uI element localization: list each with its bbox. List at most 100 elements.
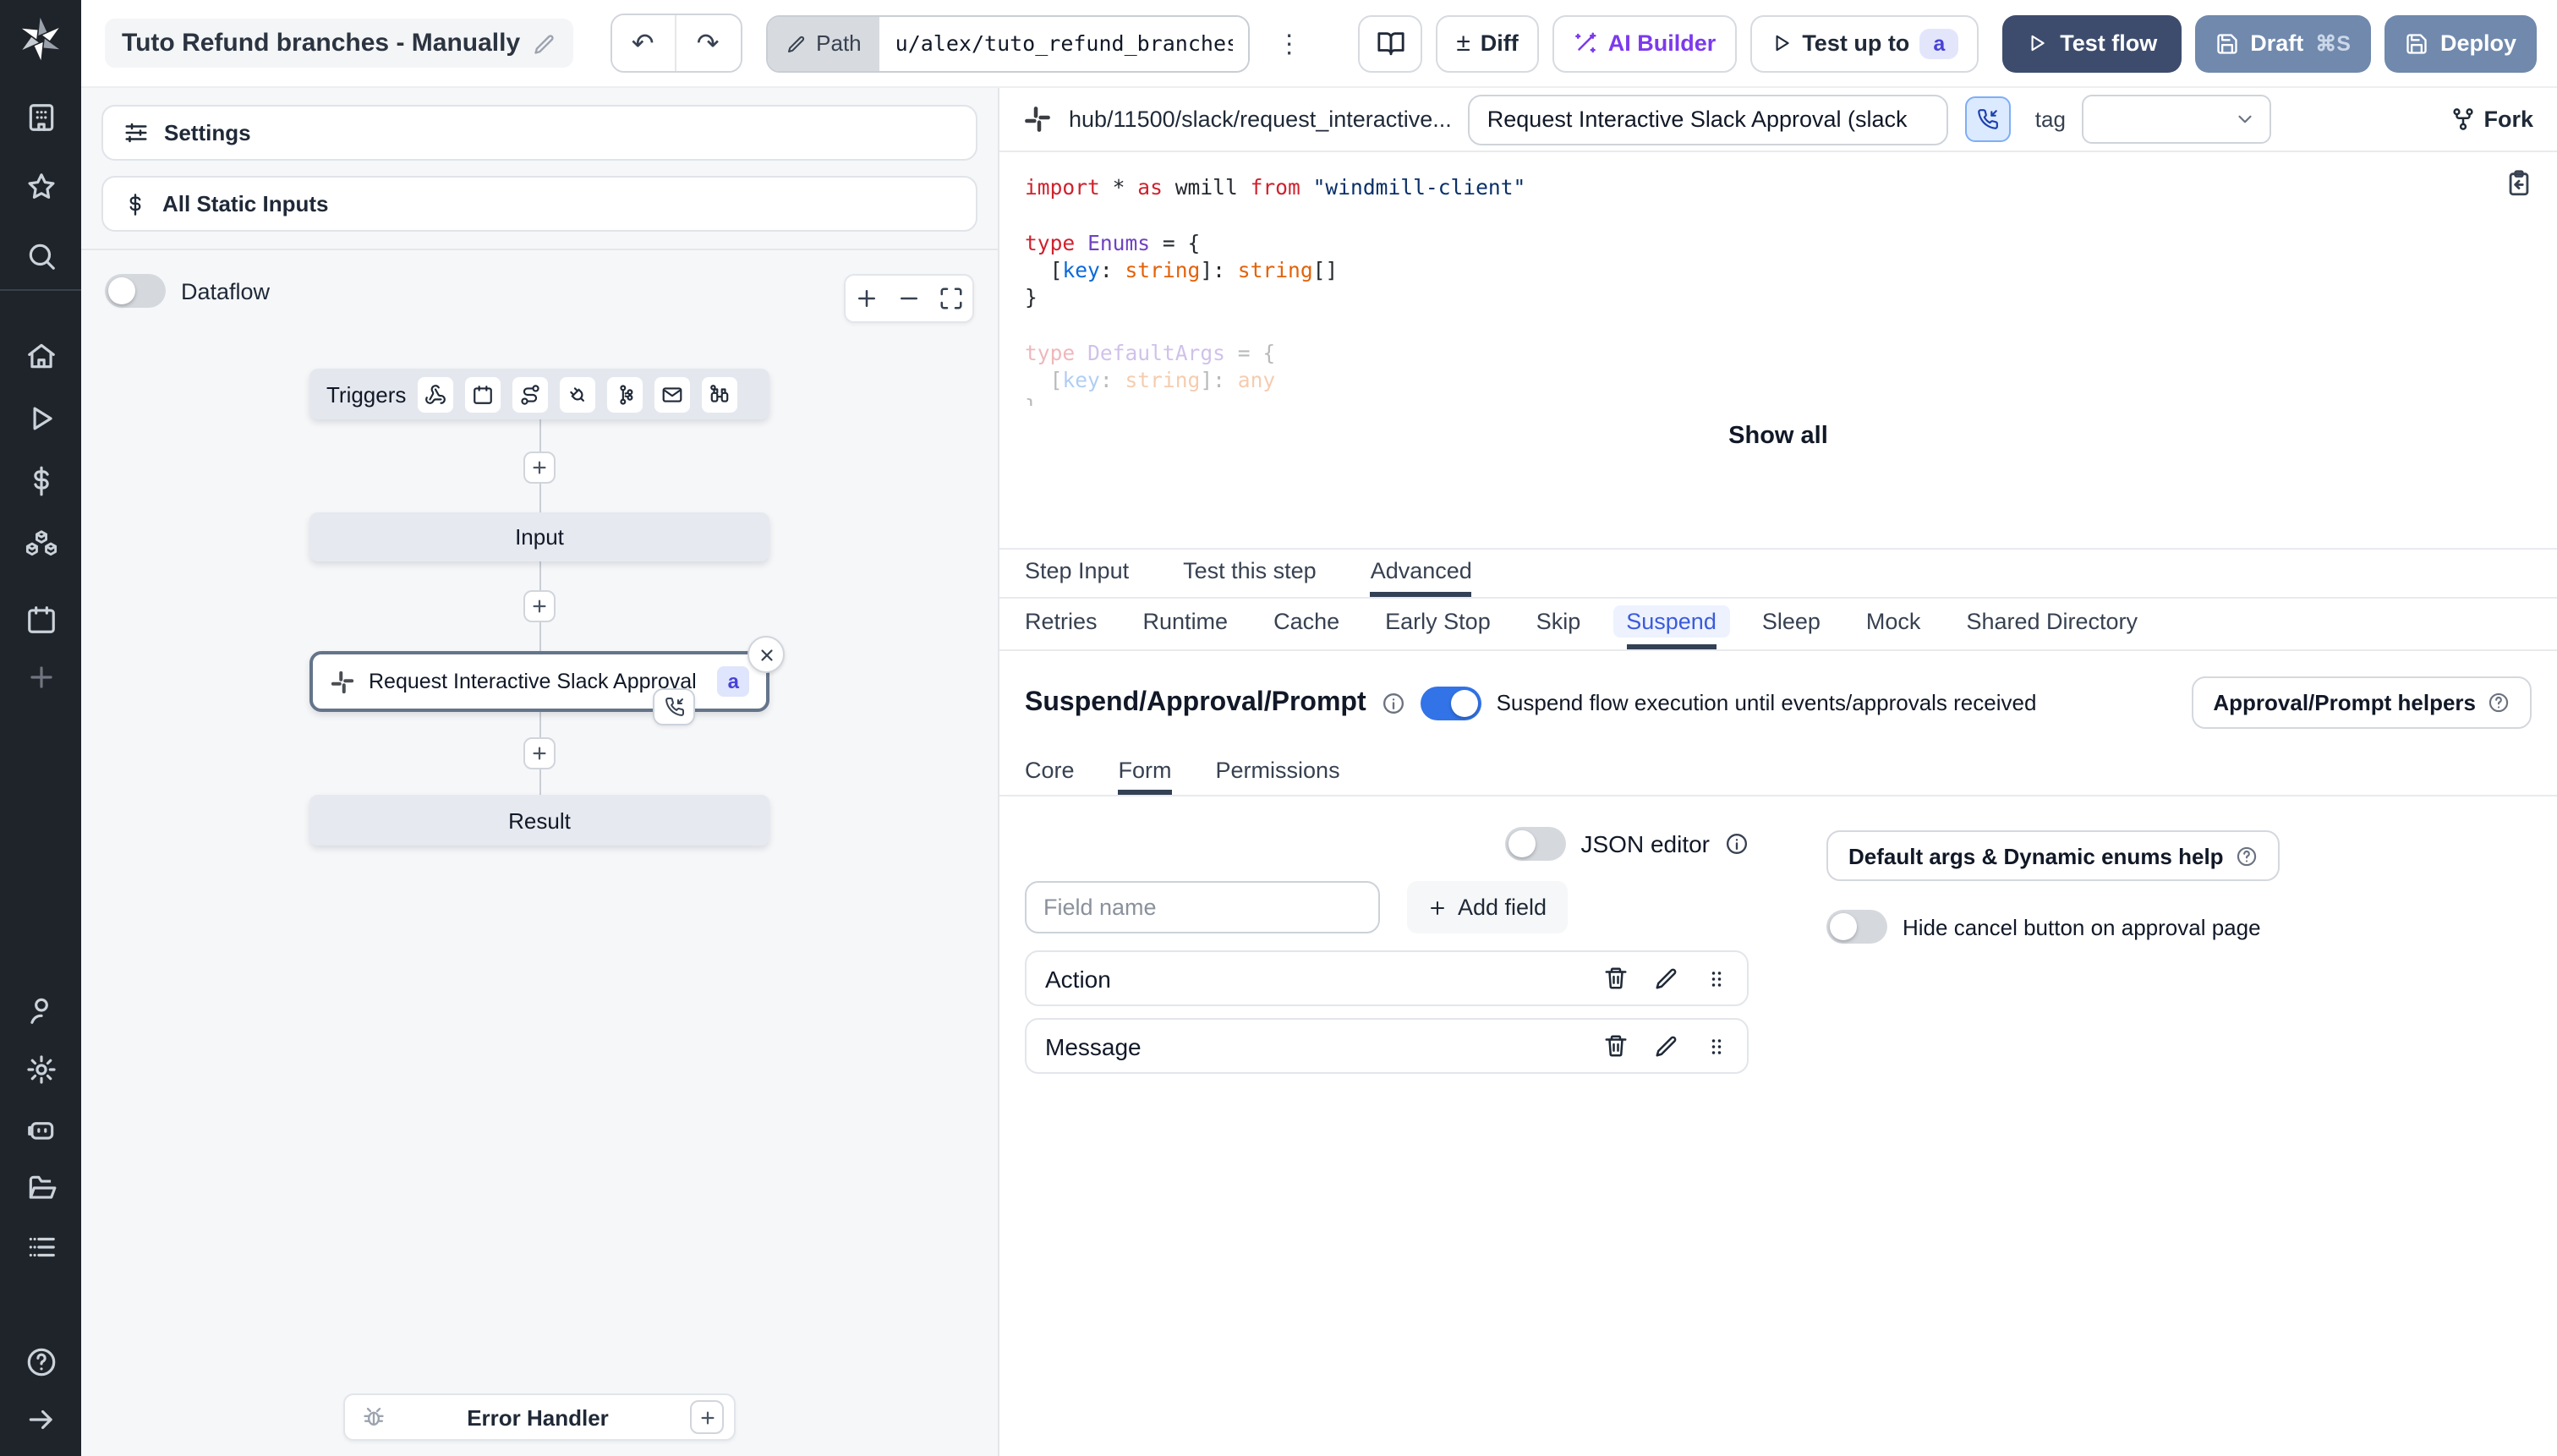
tab-advanced[interactable]: Advanced [1370, 550, 1472, 597]
favorites-star-icon[interactable] [24, 169, 57, 203]
zoom-in-button[interactable] [846, 276, 888, 321]
default-args-help-button[interactable]: Default args & Dynamic enums help [1826, 830, 2280, 881]
hide-cancel-toggle[interactable] [1826, 910, 1887, 944]
show-all-button[interactable]: Show all [999, 406, 2557, 467]
variables-dollar-icon[interactable] [24, 463, 57, 497]
draft-button[interactable]: Draft ⌘S [2194, 14, 2371, 72]
tab-runtime[interactable]: Runtime [1143, 599, 1229, 649]
edit-pencil-icon[interactable] [1654, 966, 1679, 991]
help-icon[interactable] [24, 1344, 57, 1378]
slack-approval-step-node[interactable]: Request Interactive Slack Approval (... … [309, 636, 785, 725]
flow-title[interactable]: Tuto Refund branches - Manually [105, 19, 573, 68]
add-error-handler-plus-button[interactable] [690, 1400, 724, 1434]
remove-step-close-icon[interactable] [747, 636, 785, 673]
input-node[interactable]: Input [309, 512, 769, 561]
step-tabs: Step Input Test this step Advanced [999, 550, 2557, 597]
field-name-input[interactable] [1025, 881, 1380, 933]
clipboard-paste-icon[interactable] [2505, 169, 2533, 203]
drag-grip-icon[interactable] [1705, 966, 1728, 990]
runs-play-icon[interactable] [24, 401, 57, 435]
webhook-trigger-icon[interactable] [418, 376, 454, 412]
kafka-trigger-icon[interactable] [607, 376, 643, 412]
slack-icon [1025, 107, 1050, 132]
suspend-heading: Suspend/Approval/Prompt [1025, 687, 1366, 716]
fit-view-button[interactable] [930, 276, 972, 321]
topbar: Tuto Refund branches - Manually ↶ ↷ Path… [81, 0, 2557, 88]
resources-cubes-icon[interactable] [24, 526, 57, 560]
delete-trash-icon[interactable] [1603, 966, 1629, 991]
schedule-trigger-icon[interactable] [465, 376, 501, 412]
tab-shared-directory[interactable]: Shared Directory [1966, 599, 2138, 649]
zoom-out-button[interactable] [888, 276, 930, 321]
flow-settings-card[interactable]: Settings [101, 105, 977, 161]
tab-skip[interactable]: Skip [1536, 599, 1581, 649]
poll-watch-trigger-icon[interactable] [702, 376, 738, 412]
code-preview[interactable]: import * as wmill from "windmill-client"… [999, 152, 2557, 406]
tab-cache[interactable]: Cache [1273, 599, 1339, 649]
windmill-logo[interactable] [19, 17, 63, 61]
tag-select[interactable] [2082, 95, 2272, 144]
search-icon[interactable] [24, 238, 57, 272]
form-field-row: Action [1025, 950, 1749, 1006]
suspend-enabled-toggle[interactable] [1420, 686, 1481, 720]
tab-test-this-step[interactable]: Test this step [1183, 550, 1317, 597]
diff-button[interactable]: ± Diff [1436, 14, 1539, 72]
test-flow-button[interactable]: Test flow [2002, 14, 2182, 72]
tab-form[interactable]: Form [1118, 749, 1172, 795]
tab-mock[interactable]: Mock [1866, 599, 1921, 649]
step-summary-input[interactable] [1468, 94, 1949, 145]
websocket-plug-trigger-icon[interactable] [560, 376, 596, 412]
redo-button[interactable]: ↷ [676, 15, 741, 71]
expand-arrow-icon[interactable] [24, 1402, 57, 1436]
info-icon[interactable] [1725, 832, 1749, 856]
form-config-area: JSON editor Add field Action [999, 796, 2557, 1074]
info-icon[interactable] [1382, 691, 1405, 714]
edit-pencil-icon[interactable] [1654, 1033, 1679, 1059]
error-handler-node[interactable]: Error Handler [343, 1393, 736, 1441]
path-input[interactable] [879, 16, 1249, 70]
add-step-plus-button[interactable] [523, 590, 556, 622]
deploy-button[interactable]: Deploy [2384, 14, 2537, 72]
dataflow-toggle[interactable] [105, 274, 166, 308]
add-step-plus-button[interactable] [523, 452, 556, 484]
approval-prompt-helpers-button[interactable]: Approval/Prompt helpers [2191, 676, 2532, 729]
tab-retries[interactable]: Retries [1025, 599, 1098, 649]
triggers-node[interactable]: Triggers [309, 369, 769, 419]
json-editor-toggle[interactable] [1504, 827, 1566, 861]
settings-gear-icon[interactable] [24, 1052, 57, 1086]
undo-button[interactable]: ↶ [611, 15, 676, 71]
schedules-calendar-icon[interactable] [24, 602, 57, 636]
tab-suspend[interactable]: Suspend [1612, 599, 1730, 649]
add-step-plus-button[interactable] [523, 737, 556, 769]
suspend-phone-incoming-button[interactable] [1965, 96, 2012, 142]
user-icon[interactable] [24, 993, 57, 1026]
more-menu-kebab-icon[interactable]: ⋮ [1268, 15, 1311, 71]
add-plus-icon[interactable] [24, 660, 57, 693]
http-route-trigger-icon[interactable] [512, 376, 549, 412]
home-icon[interactable] [24, 338, 57, 372]
worker-groups-list-icon[interactable] [24, 1229, 57, 1263]
all-static-inputs-card[interactable]: All Static Inputs [101, 176, 977, 232]
tab-early-stop[interactable]: Early Stop [1385, 599, 1491, 649]
docs-book-button[interactable] [1358, 14, 1423, 72]
workspace-icon[interactable] [24, 100, 57, 134]
fork-button[interactable]: Fork [2450, 107, 2533, 132]
hub-script-path[interactable]: hub/11500/slack/request_interactive... [1069, 107, 1452, 132]
test-up-to-button[interactable]: Test up to a [1749, 14, 1979, 72]
result-node[interactable]: Result [309, 795, 769, 846]
tab-permissions[interactable]: Permissions [1216, 749, 1340, 795]
drag-grip-icon[interactable] [1705, 1034, 1728, 1058]
folders-icon[interactable] [24, 1170, 57, 1204]
tab-sleep[interactable]: Sleep [1762, 599, 1821, 649]
sidebar-divider [0, 289, 81, 291]
path-label[interactable]: Path [767, 16, 880, 70]
suspend-phone-incoming-icon[interactable] [653, 688, 695, 725]
add-field-button[interactable]: Add field [1407, 881, 1568, 933]
tag-label: tag [2034, 107, 2066, 132]
tab-step-input[interactable]: Step Input [1025, 550, 1129, 597]
ai-builder-button[interactable]: AI Builder [1552, 14, 1737, 72]
ai-robot-icon[interactable] [24, 1111, 57, 1145]
delete-trash-icon[interactable] [1603, 1033, 1629, 1059]
email-trigger-icon[interactable] [654, 376, 691, 412]
tab-core[interactable]: Core [1025, 749, 1075, 795]
